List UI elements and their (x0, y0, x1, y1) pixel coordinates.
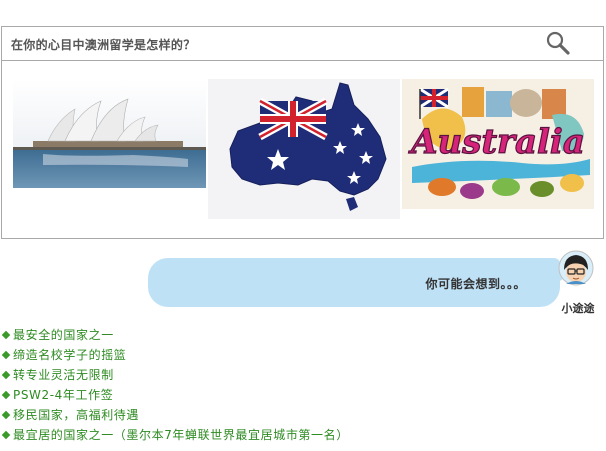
list-item-text: 移民国家，高福利待遇 (13, 408, 140, 422)
question-card: 在你的心目中澳洲留学是怎样的？ Australia (1, 26, 604, 239)
bullet-diamond-icon (1, 350, 11, 360)
avatar[interactable] (558, 250, 594, 286)
search-question-text: 在你的心目中澳洲留学是怎样的？ (11, 38, 196, 52)
australia-flag-map-image (208, 79, 400, 219)
list-item-text: 转专业灵活无限制 (13, 368, 114, 382)
list-item: PSW2-4年工作签 (1, 385, 562, 405)
bullet-diamond-icon (1, 390, 11, 400)
australia-doodle-lettering-image: Australia (402, 79, 594, 209)
bullet-diamond-icon (1, 430, 11, 440)
list-item: 最安全的国家之一 (1, 325, 562, 345)
bullet-list: 最安全的国家之一 缔造名校学子的摇篮 转专业灵活无限制 PSW2-4年工作签 移… (1, 325, 562, 445)
list-item-text: 缔造名校学子的摇篮 (13, 348, 127, 362)
list-item: 转专业灵活无限制 (1, 365, 562, 385)
svg-text:Australia: Australia (408, 122, 585, 162)
list-item-text: 最宜居的国家之一（墨尔本7年蝉联世界最宜居城市第一名） (13, 428, 349, 442)
images-row: Australia (2, 61, 603, 239)
search-bar[interactable]: 在你的心目中澳洲留学是怎样的？ (2, 27, 603, 61)
bullet-diamond-icon (1, 410, 11, 420)
list-item-text: PSW2-4年工作签 (13, 388, 114, 402)
bullet-diamond-icon (1, 370, 11, 380)
list-item-text: 最安全的国家之一 (13, 328, 114, 342)
list-item: 缔造名校学子的摇篮 (1, 345, 562, 365)
magnifier-icon[interactable] (545, 30, 571, 56)
chat-bubble: 你可能会想到。。。 (148, 258, 570, 307)
chat-message: 你可能会想到。。。 (425, 277, 526, 291)
list-item: 最宜居的国家之一（墨尔本7年蝉联世界最宜居城市第一名） (1, 425, 562, 445)
list-item: 移民国家，高福利待遇 (1, 405, 562, 425)
avatar-name: 小途途 (561, 302, 595, 315)
sydney-opera-house-image (13, 79, 206, 188)
bullet-diamond-icon (1, 330, 11, 340)
